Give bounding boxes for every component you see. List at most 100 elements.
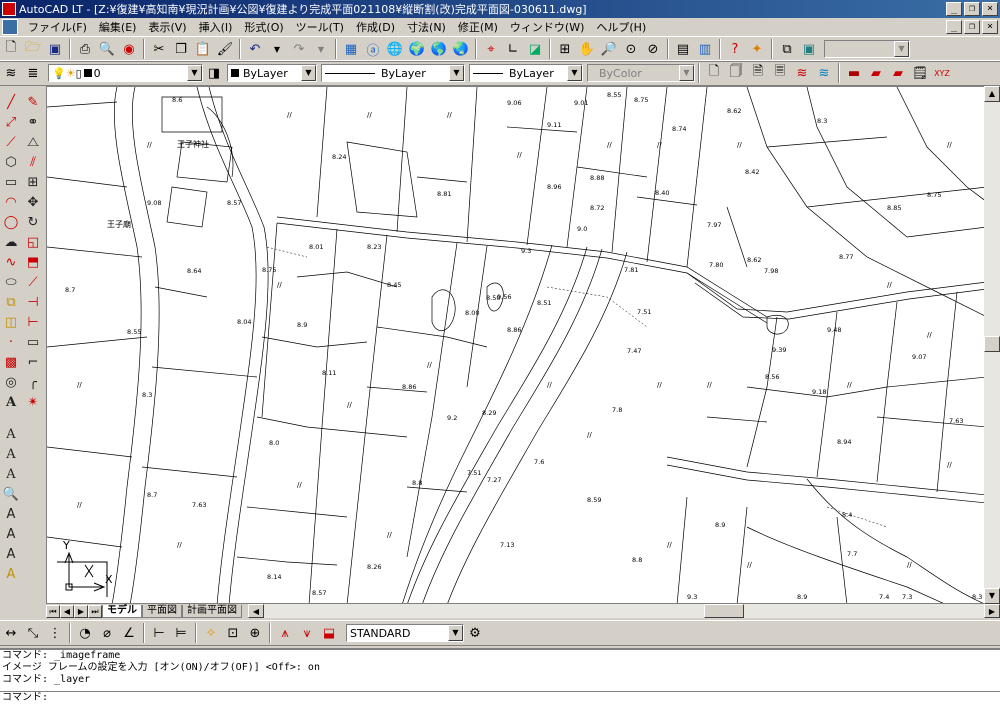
spline-icon[interactable]: ∿ [0,252,22,272]
next-tab-icon[interactable]: ▶ [74,604,88,618]
scroll-right-icon[interactable]: ▶ [984,604,1000,618]
red-stack-icon[interactable]: ▰ [865,62,887,84]
polyline-icon[interactable]: ⟋ [0,132,22,152]
drawing-area[interactable]: Y X 王子廟 王子神社 8.6 8.24 8.57 9.08 8.64 8.7 8.55 8.3… [46,86,986,604]
dim-text-edit-icon[interactable]: ⩛ [296,622,318,644]
mirror-icon[interactable]: ⧍ [22,132,44,152]
menu-insert[interactable]: 挿入(I) [193,19,239,35]
first-tab-icon[interactable]: ⏮ [46,604,60,618]
spell-check-icon[interactable]: A [0,504,22,524]
print-icon[interactable]: ⎙ [74,38,96,60]
match-properties-icon[interactable]: 🖌 [214,38,236,60]
web-icon[interactable]: 🌐 [384,38,406,60]
chevron-down-icon[interactable]: ▼ [448,625,463,641]
menu-view[interactable]: 表示(V) [142,19,192,35]
page-icon[interactable]: 🗋 [703,62,725,84]
menu-edit[interactable]: 編集(E) [93,19,143,35]
chevron-down-icon[interactable]: ▼ [567,65,582,81]
chevron-down-icon[interactable]: ▼ [449,65,464,81]
viewport-icon[interactable]: ▣ [798,38,820,60]
dim-update-icon[interactable]: ⬓ [318,622,340,644]
rotate-icon[interactable]: ↻ [22,212,44,232]
menu-dimension[interactable]: 寸法(N) [401,19,452,35]
color-combo[interactable]: ByLayer ▼ [227,64,317,82]
new-features-icon[interactable]: ✦ [746,38,768,60]
help-icon[interactable]: ? [724,38,746,60]
region-icon[interactable]: ◎ [0,372,22,392]
ucs-icon[interactable]: ∟ [502,38,524,60]
mtext-icon[interactable]: A [0,392,22,412]
paste-icon[interactable]: 📋 [192,38,214,60]
menu-modify[interactable]: 修正(M) [452,19,504,35]
dim-style-icon[interactable]: ⚙ [464,622,486,644]
find-text-icon[interactable]: 🔍 [0,484,22,504]
menu-file[interactable]: ファイル(F) [22,19,93,35]
today-icon[interactable]: ⓐ [362,38,384,60]
horizontal-scrollbar[interactable]: ◀ ▶ [248,604,1000,618]
last-tab-icon[interactable]: ⏭ [88,604,102,618]
dim-style-combo[interactable]: STANDARD ▼ [346,624,464,642]
chevron-down-icon[interactable]: ▼ [894,41,909,57]
tab-plan[interactable]: 平面図 [142,604,182,618]
move-icon[interactable]: ✥ [22,192,44,212]
menu-format[interactable]: 形式(O) [238,19,289,35]
zoom-extents-icon[interactable]: ⊘ [642,38,664,60]
undo-icon[interactable]: ↶ [244,38,266,60]
diameter-dim-icon[interactable]: ⌀ [96,622,118,644]
scale-text-icon[interactable]: A [0,524,22,544]
make-block-icon[interactable]: ◫ [0,312,22,332]
circle-icon[interactable]: ◯ [0,212,22,232]
radius-dim-icon[interactable]: ◔ [74,622,96,644]
point-a-icon[interactable]: 🌎 [428,38,450,60]
tab-model[interactable]: モデル [102,604,142,618]
hyperlink-icon[interactable]: 🌏 [450,38,472,60]
doc-minimize-button[interactable]: _ [946,20,962,34]
text-style-icon[interactable]: A [0,444,22,464]
edit-text-icon[interactable]: A [0,464,22,484]
properties-icon[interactable]: ▤ [672,38,694,60]
chevron-down-icon[interactable]: ▼ [187,65,202,81]
menu-draw[interactable]: 作成(D) [350,19,401,35]
print-preview-icon[interactable]: 🔍 [96,38,118,60]
rainbow-layer-icon[interactable]: ≋ [813,62,835,84]
copy-icon[interactable]: ❐ [170,38,192,60]
object-snap-icon[interactable]: ⌖ [480,38,502,60]
justify-text-icon[interactable]: A [0,544,22,564]
center-mark-icon[interactable]: ⊕ [244,622,266,644]
menu-tools[interactable]: ツール(T) [290,19,350,35]
construction-line-icon[interactable]: ⤢ [0,112,22,132]
polygon-icon[interactable]: ⬡ [0,152,22,172]
zoom-previous-icon[interactable]: ⊙ [620,38,642,60]
view-combo[interactable]: ▼ [824,40,910,58]
erase-icon[interactable]: ✎ [22,92,44,112]
array-icon[interactable]: ⊞ [22,172,44,192]
open-file-icon[interactable]: 🗁 [22,38,44,60]
insert-block-icon[interactable]: ⧉ [0,292,22,312]
chevron-down-icon[interactable]: ▼ [301,65,316,81]
dim-edit-icon[interactable]: ⩚ [274,622,296,644]
restore-button[interactable]: ❐ [964,2,980,16]
vertical-scrollbar[interactable]: ▲ ▼ [984,86,1000,604]
redo-icon[interactable]: ↷ [288,38,310,60]
scroll-thumb[interactable] [984,336,1000,352]
trim-icon[interactable]: ⟋ [22,272,44,292]
zoom-realtime-icon[interactable]: 🔎 [598,38,620,60]
copy-object-icon[interactable]: ⚭ [22,112,44,132]
linetype-combo[interactable]: ByLayer ▼ [321,64,465,82]
hscroll-thumb[interactable] [704,604,744,618]
rectangle-icon[interactable]: ▭ [0,172,22,192]
layer-previous-icon[interactable]: ≣ [22,62,44,84]
chevron-down-icon[interactable]: ▼ [679,65,694,81]
meet-now-icon[interactable]: 🌍 [406,38,428,60]
baseline-dim-icon[interactable]: ⊢ [148,622,170,644]
text-icon[interactable]: A [0,424,22,444]
page-sheet-icon[interactable]: 🗏 [769,62,791,84]
pan-realtime-icon[interactable]: ✋ [576,38,598,60]
zoom-window-icon[interactable]: ⊞ [554,38,576,60]
layer-manager-icon[interactable]: ≋ [0,62,22,84]
adcenter-icon[interactable]: ▥ [694,38,716,60]
command-input[interactable]: コマンド: [0,691,1000,704]
scroll-left-icon[interactable]: ◀ [248,604,264,618]
plotstyle-combo[interactable]: ByColor ▼ [587,64,695,82]
offset-icon[interactable]: ⫽ [22,152,44,172]
